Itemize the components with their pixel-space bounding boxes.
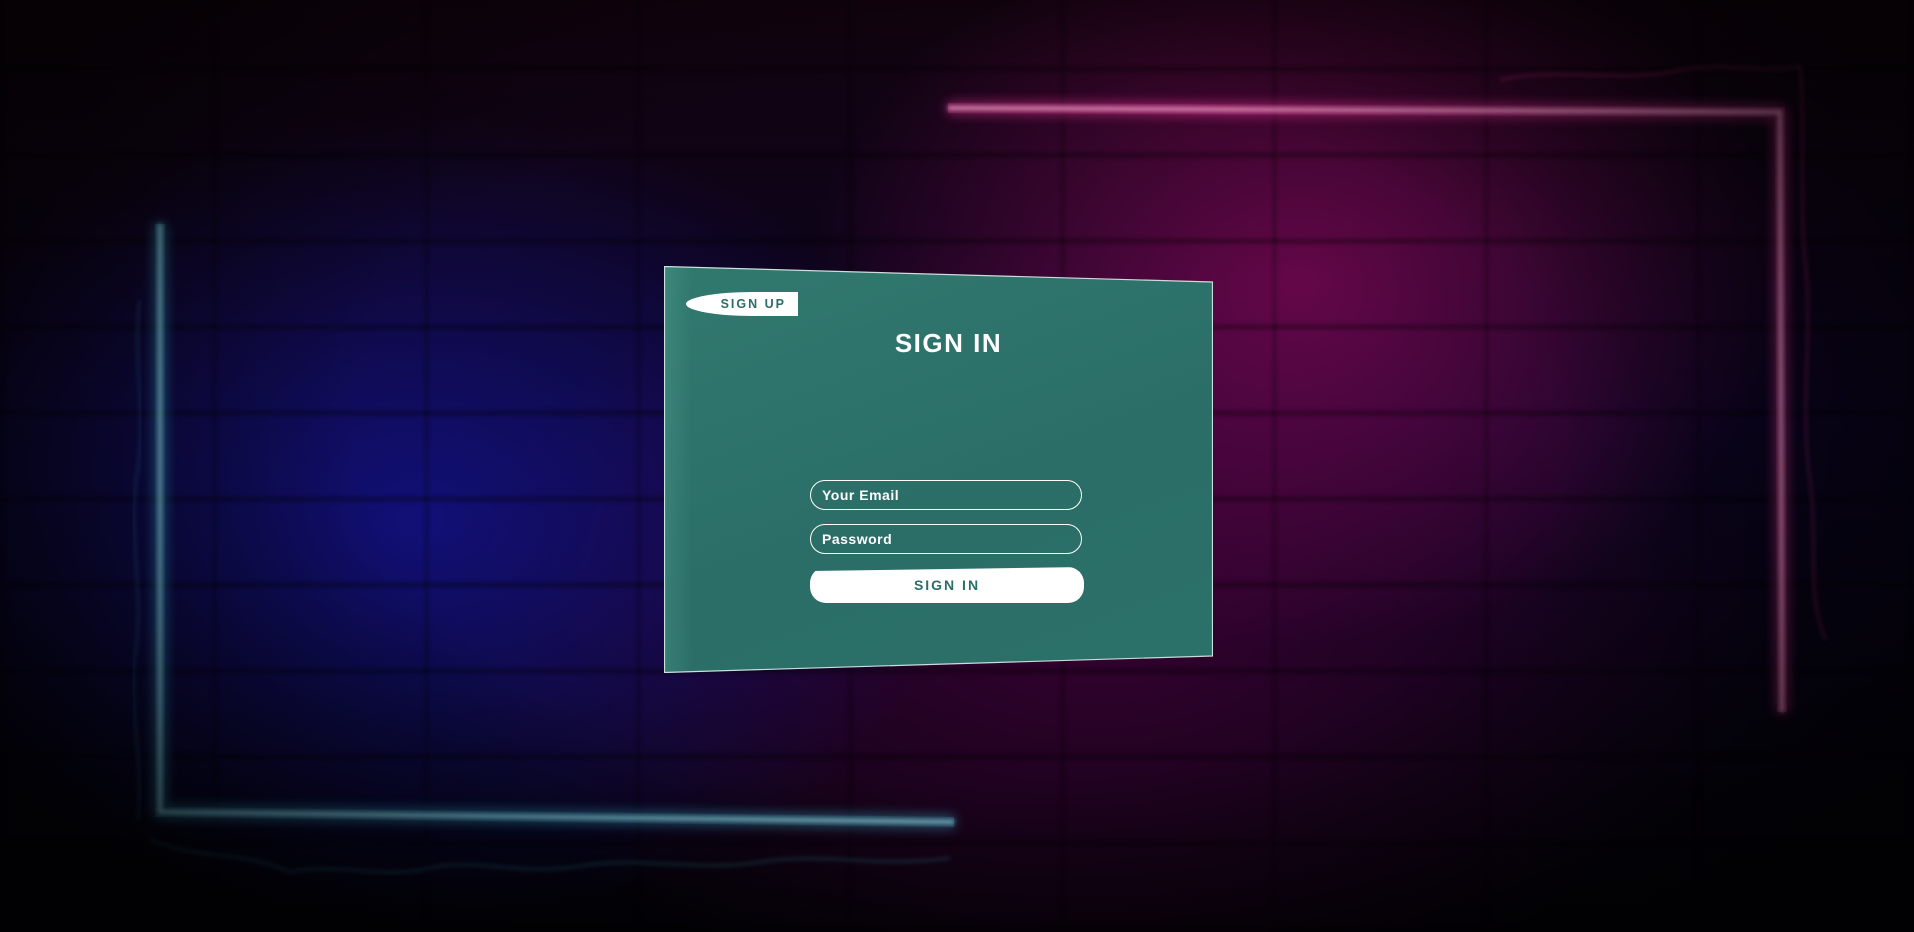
password-field[interactable] bbox=[810, 524, 1082, 554]
sign-up-tab-label: SIGN UP bbox=[720, 297, 786, 311]
background-scene: SIGN UP SIGN IN SIGN IN bbox=[0, 0, 1914, 932]
sign-in-card: SIGN UP SIGN IN SIGN IN bbox=[664, 266, 1213, 673]
sign-in-title: SIGN IN bbox=[894, 328, 1003, 358]
email-field[interactable] bbox=[810, 480, 1082, 510]
sign-in-button[interactable]: SIGN IN bbox=[810, 567, 1084, 603]
sign-up-tab-button[interactable]: SIGN UP bbox=[686, 292, 798, 316]
